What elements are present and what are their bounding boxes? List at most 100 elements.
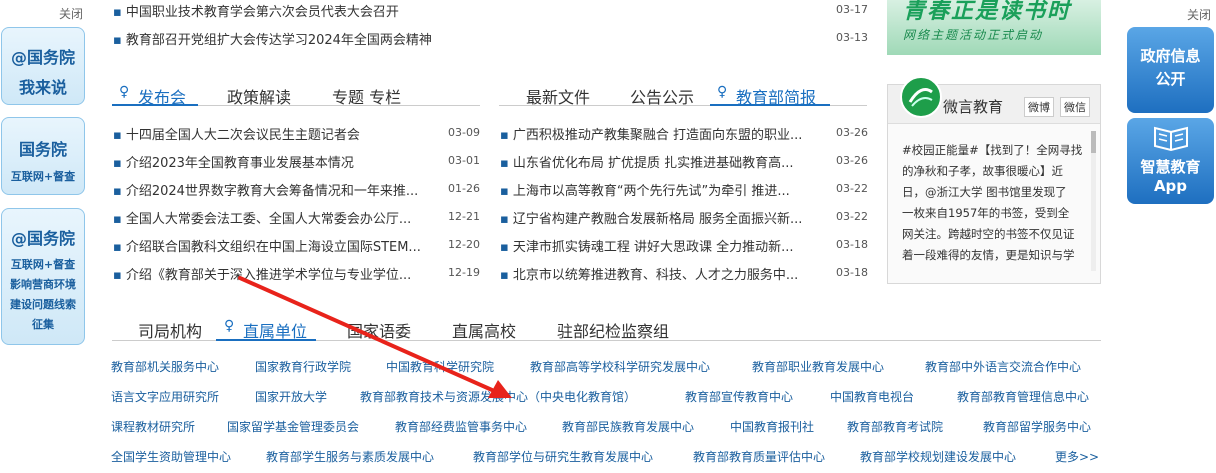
bullet-icon: ▪ bbox=[500, 268, 509, 283]
news-date: 12-19 bbox=[448, 266, 480, 279]
unit-link[interactable]: 中国教育报刊社 bbox=[730, 418, 814, 435]
unit-link[interactable]: 教育部民族教育发展中心 bbox=[562, 418, 694, 435]
list-item[interactable]: ▪ 天津市抓实铸魂工程 讲好大思政课 全力推动新... bbox=[500, 236, 818, 255]
btn-line: 征集 bbox=[32, 318, 54, 331]
bullet-icon: ▪ bbox=[113, 184, 122, 199]
unit-link[interactable]: 教育部学校规划建设发展中心 bbox=[860, 448, 1016, 465]
zhihui-jiaoyu-app-button[interactable]: 智慧教育 App bbox=[1127, 118, 1214, 204]
news-date: 12-20 bbox=[448, 238, 480, 251]
tab-zhubu-jijian[interactable]: 驻部纪检监察组 bbox=[557, 318, 669, 342]
weibo-post[interactable]: #校园正能量#【找到了！全网寻找 的净秋和子孝，故事很暖心】近 日，@浙江大学 … bbox=[902, 140, 1088, 266]
news-title: 上海市以高等教育“两个先行先试”为牵引 推进... bbox=[512, 184, 790, 199]
pin-icon: ♀ bbox=[224, 318, 235, 334]
unit-link[interactable]: 国家教育行政学院 bbox=[255, 358, 351, 375]
guowuyuan-wolaishuo-button[interactable]: @国务院 我来说 bbox=[1, 27, 85, 105]
list-item[interactable]: ▪ 介绍2024世界数字教育大会筹备情况和一年来推... bbox=[113, 180, 438, 199]
unit-link[interactable]: 教育部教育质量评估中心 bbox=[693, 448, 825, 465]
right-float-close[interactable]: 关闭 bbox=[1187, 6, 1211, 23]
weibo-line: 日，@浙江大学 图书馆里发现了 bbox=[902, 185, 1067, 199]
unit-link[interactable]: 教育部教育管理信息中心 bbox=[957, 388, 1089, 405]
guowuyuan-duchá-button[interactable]: 国务院 互联网+督查 bbox=[1, 117, 85, 195]
unit-link[interactable]: 教育部机关服务中心 bbox=[111, 358, 219, 375]
news-title: 山东省优化布局 扩优提质 扎实推进基础教育高... bbox=[512, 156, 794, 171]
weibo-scroll-thumb[interactable] bbox=[1091, 131, 1096, 153]
unit-link[interactable]: 中国教育电视台 bbox=[830, 388, 914, 405]
weixin-tab[interactable]: 微信 bbox=[1060, 97, 1090, 117]
unit-link[interactable]: 中国教育科学研究院 bbox=[386, 358, 494, 375]
tab-guojia-yuwei[interactable]: 国家语委 bbox=[347, 318, 411, 342]
btn-line: 互联网+督查 bbox=[10, 258, 76, 271]
news-date: 03-18 bbox=[836, 238, 868, 251]
news-date: 03-26 bbox=[836, 126, 868, 139]
btn-line: 国务院 bbox=[18, 140, 67, 159]
list-item[interactable]: ▪ 中国职业技术教育学会第六次会员代表大会召开 bbox=[113, 1, 813, 20]
tab-siju-jigou[interactable]: 司局机构 bbox=[138, 318, 202, 342]
news-date: 12-21 bbox=[448, 210, 480, 223]
news-title: 北京市以统筹推进教育、科技、人才之力服务中... bbox=[512, 268, 799, 283]
btn-line: 建设问题线索 bbox=[10, 298, 76, 311]
unit-link[interactable]: 教育部职业教育发展中心 bbox=[752, 358, 884, 375]
btn-line: @国务院 bbox=[10, 229, 75, 248]
bullet-icon: ▪ bbox=[500, 240, 509, 255]
unit-link[interactable]: 教育部高等学校科学研究发展中心 bbox=[530, 358, 710, 375]
more-link[interactable]: 更多>> bbox=[1055, 448, 1099, 465]
news-title: 广西积极推动产教集聚融合 打造面向东盟的职业... bbox=[512, 128, 803, 143]
pin-icon: ♀ bbox=[717, 84, 728, 100]
news-date: 03-13 bbox=[836, 31, 868, 44]
btn-line: 影响营商环境 bbox=[10, 278, 76, 291]
news-title: 教育部召开党组扩大会传达学习2024年全国两会精神 bbox=[125, 33, 432, 48]
news-title: 介绍联合国教科文组织在中国上海设立国际STEM... bbox=[125, 240, 421, 255]
unit-link[interactable]: 教育部教育技术与资源发展中心（中央电化教育馆） bbox=[360, 388, 636, 405]
list-item[interactable]: ▪ 山东省优化布局 扩优提质 扎实推进基础教育高... bbox=[500, 152, 818, 171]
weibo-line: 网关注。跨越时空的书签不仅见证 bbox=[902, 227, 1075, 241]
unit-link[interactable]: 国家留学基金管理委员会 bbox=[227, 418, 359, 435]
reading-banner[interactable]: 青春正是读书时 网络主题活动正式启动 bbox=[887, 0, 1101, 55]
list-item[interactable]: ▪ 介绍《教育部关于深入推进学术学位与专业学位... bbox=[113, 264, 438, 283]
bullet-icon: ▪ bbox=[113, 212, 122, 227]
bullet-icon: ▪ bbox=[113, 33, 122, 48]
news-title: 介绍《教育部关于深入推进学术学位与专业学位... bbox=[125, 268, 412, 283]
unit-link[interactable]: 全国学生资助管理中心 bbox=[111, 448, 231, 465]
list-item[interactable]: ▪ 介绍联合国教科文组织在中国上海设立国际STEM... bbox=[113, 236, 438, 255]
news-date: 03-18 bbox=[836, 266, 868, 279]
unit-link[interactable]: 教育部教育考试院 bbox=[847, 418, 943, 435]
left-float-close[interactable]: 关闭 bbox=[59, 5, 83, 22]
unit-link[interactable]: 教育部留学服务中心 bbox=[983, 418, 1091, 435]
weibo-scrollbar[interactable] bbox=[1091, 131, 1096, 271]
zhengfu-xinxi-button[interactable]: 政府信息 公开 bbox=[1127, 27, 1214, 113]
unit-link[interactable]: 国家开放大学 bbox=[255, 388, 327, 405]
list-item[interactable]: ▪ 介绍2023年全国教育事业发展基本情况 bbox=[113, 152, 438, 171]
news-date: 03-17 bbox=[836, 3, 868, 16]
bullet-icon: ▪ bbox=[500, 212, 509, 227]
list-item[interactable]: ▪ 十四届全国人大二次会议民生主题记者会 bbox=[113, 124, 438, 143]
tab-active-underline bbox=[710, 104, 830, 106]
news-date: 03-22 bbox=[836, 210, 868, 223]
unit-link[interactable]: 教育部学位与研究生教育发展中心 bbox=[473, 448, 653, 465]
news-title: 天津市抓实铸魂工程 讲好大思政课 全力推动新... bbox=[512, 240, 794, 255]
bullet-icon: ▪ bbox=[113, 268, 122, 283]
unit-link[interactable]: 教育部宣传教育中心 bbox=[685, 388, 793, 405]
weiyan-logo-icon bbox=[900, 76, 942, 118]
list-item[interactable]: ▪ 北京市以统筹推进教育、科技、人才之力服务中... bbox=[500, 264, 818, 283]
unit-link[interactable]: 教育部学生服务与素质发展中心 bbox=[266, 448, 434, 465]
weibo-line: 的净秋和子孝，故事很暖心】近 bbox=[902, 164, 1063, 178]
unit-link[interactable]: 教育部中外语言交流合作中心 bbox=[925, 358, 1081, 375]
list-item[interactable]: ▪ 上海市以高等教育“两个先行先试”为牵引 推进... bbox=[500, 180, 818, 199]
weibo-tab[interactable]: 微博 bbox=[1024, 97, 1054, 117]
list-item[interactable]: ▪ 教育部召开党组扩大会传达学习2024年全国两会精神 bbox=[113, 29, 813, 48]
book-icon bbox=[1153, 126, 1188, 152]
btn-line: 我来说 bbox=[18, 78, 67, 97]
unit-link[interactable]: 教育部经费监管事务中心 bbox=[395, 418, 527, 435]
unit-link[interactable]: 课程教材研究所 bbox=[111, 418, 195, 435]
news-title: 介绍2023年全国教育事业发展基本情况 bbox=[125, 156, 354, 171]
list-item[interactable]: ▪ 广西积极推动产教集聚融合 打造面向东盟的职业... bbox=[500, 124, 818, 143]
unit-link[interactable]: 语言文字应用研究所 bbox=[111, 388, 219, 405]
tab-zhishu-gaoxiao[interactable]: 直属高校 bbox=[452, 318, 516, 342]
weibo-line: #校园正能量#【找到了！全网寻找 bbox=[902, 143, 1083, 157]
yingshang-huanjing-button[interactable]: @国务院 互联网+督查 影响营商环境 建设问题线索 征集 bbox=[1, 208, 85, 345]
btn-line: App bbox=[1153, 177, 1188, 195]
bullet-icon: ▪ bbox=[113, 240, 122, 255]
list-item[interactable]: ▪ 全国人大常委会法工委、全国人大常委会办公厅... bbox=[113, 208, 438, 227]
banner-title: 青春正是读书时 bbox=[903, 0, 1072, 24]
list-item[interactable]: ▪ 辽宁省构建产教融合发展新格局 服务全面振兴新... bbox=[500, 208, 818, 227]
